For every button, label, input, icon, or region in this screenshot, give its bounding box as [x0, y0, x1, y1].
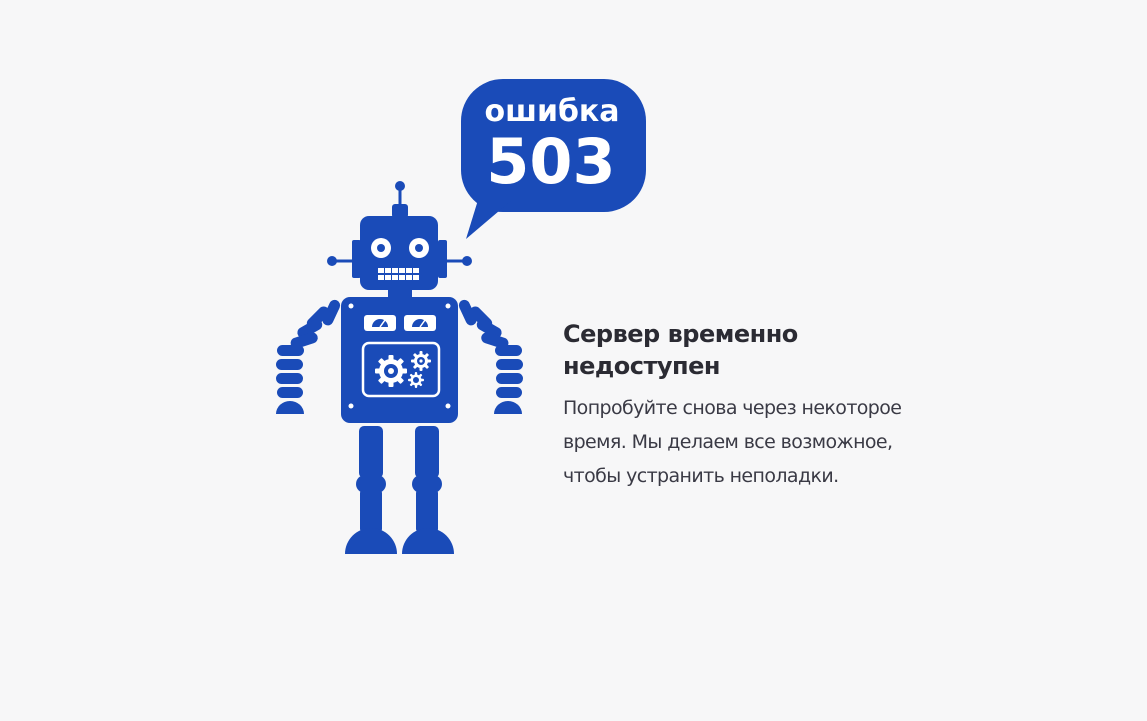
robot-body	[341, 297, 458, 423]
robot-illustration	[276, 181, 523, 554]
gear-icon	[408, 372, 424, 388]
gauge-icon	[404, 315, 436, 331]
error-description-line-3: чтобы устранить неполадки.	[563, 465, 839, 487]
page-title: Сервер временно недоступен	[563, 318, 963, 382]
error-description-line-1: Попробуйте снова через некоторое	[563, 397, 902, 419]
speech-bubble: ошибка 503	[461, 79, 646, 239]
error-word: ошибка	[484, 94, 619, 129]
robot-left-leg	[345, 426, 397, 554]
robot-left-arm	[276, 299, 341, 414]
error-description: Попробуйте снова через некоторое время. …	[563, 391, 963, 493]
gauge-icon	[364, 315, 396, 331]
page-title-line-1: Сервер временно	[563, 320, 798, 348]
error-code: 503	[486, 125, 615, 198]
robot-head	[352, 216, 447, 290]
error-description-line-2: время. Мы делаем все возможное,	[563, 431, 893, 453]
robot-antenna-base	[392, 204, 408, 218]
page-title-line-2: недоступен	[563, 352, 720, 380]
robot-right-arm	[458, 299, 523, 414]
robot-right-leg	[402, 426, 454, 554]
gear-icon	[375, 355, 407, 387]
error-message: Сервер временно недоступен Попробуйте сн…	[563, 318, 963, 493]
gear-icon	[411, 351, 431, 371]
